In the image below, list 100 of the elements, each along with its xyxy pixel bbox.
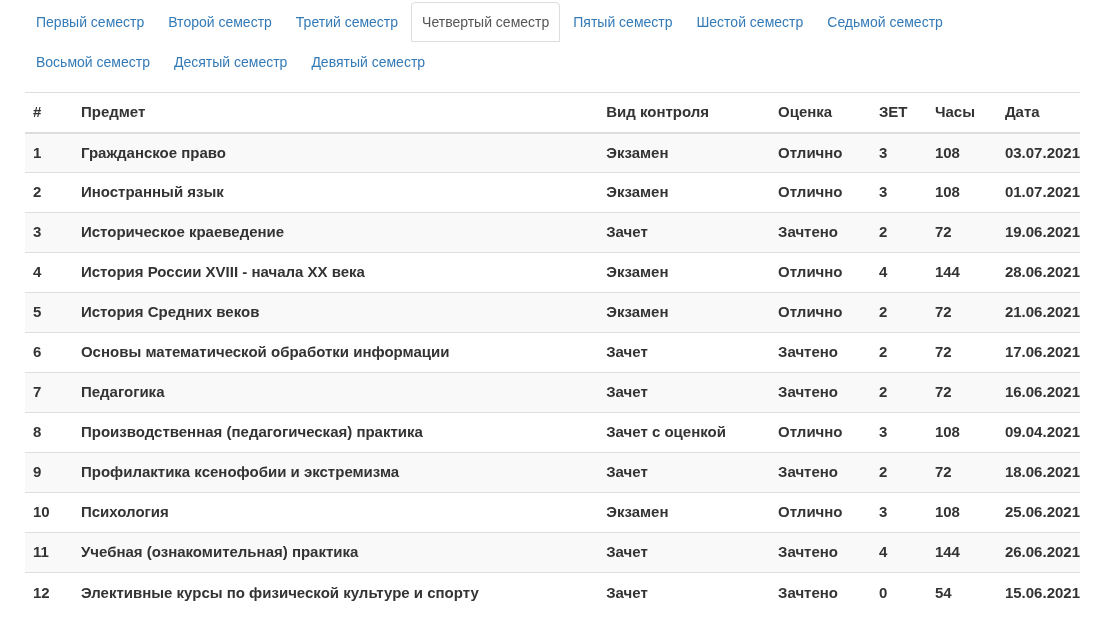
table-cell: 4 xyxy=(870,532,927,573)
table-cell: Педагогика xyxy=(72,372,599,413)
table-cell: 3 xyxy=(25,212,73,253)
column-header: Дата xyxy=(996,92,1080,133)
table-cell: Зачтено xyxy=(770,212,871,253)
semester-tab[interactable]: Восьмой семестр xyxy=(25,42,161,82)
table-cell: Зачтено xyxy=(770,332,871,373)
table-cell: Отлично xyxy=(770,132,871,173)
table-cell: 2 xyxy=(25,172,73,213)
column-header: Оценка xyxy=(770,92,871,133)
table-cell: 11 xyxy=(25,532,73,573)
table-cell: 16.06.2021 xyxy=(996,372,1080,413)
table-cell: Учебная (ознакомительная) практика xyxy=(72,532,599,573)
table-cell: 10 xyxy=(25,492,73,533)
table-cell: Зачет xyxy=(598,212,771,253)
semester-tab[interactable]: Десятый семестр xyxy=(162,42,299,82)
table-cell: Зачет xyxy=(598,452,771,493)
semester-tab[interactable]: Третий семестр xyxy=(284,2,410,42)
table-cell: 15.06.2021 xyxy=(996,572,1080,613)
table-cell: Зачет с оценкой xyxy=(598,412,771,453)
table-cell: 108 xyxy=(926,132,997,173)
table-cell: 12 xyxy=(25,572,73,613)
column-header: ЗЕТ xyxy=(870,92,927,133)
table-cell: 21.06.2021 xyxy=(996,292,1080,333)
table-cell: Экзамен xyxy=(598,172,771,213)
table-cell: 108 xyxy=(926,172,997,213)
table-cell: Отлично xyxy=(770,412,871,453)
table-cell: 2 xyxy=(870,372,927,413)
table-cell: 54 xyxy=(926,572,997,613)
table-cell: Зачтено xyxy=(770,452,871,493)
table-cell: 18.06.2021 xyxy=(996,452,1080,493)
table-cell: 28.06.2021 xyxy=(996,252,1080,293)
table-cell: Зачтено xyxy=(770,572,871,613)
table-cell: 03.07.2021 xyxy=(996,132,1080,173)
table-cell: 4 xyxy=(25,252,73,293)
table-cell: Экзамен xyxy=(598,292,771,333)
semester-tab[interactable]: Пятый семестр xyxy=(562,2,684,42)
table-cell: 2 xyxy=(870,332,927,373)
table-cell: Производственная (педагогическая) практика xyxy=(72,412,599,453)
table-cell: Отлично xyxy=(770,292,871,333)
semester-tab[interactable]: Второй семестр xyxy=(157,2,283,42)
table-cell: 0 xyxy=(870,572,927,613)
table-cell: Психология xyxy=(72,492,599,533)
table-cell: 3 xyxy=(870,412,927,453)
table-cell: 108 xyxy=(926,412,997,453)
table-cell: 72 xyxy=(926,452,997,493)
semester-tab[interactable]: Девятый семестр xyxy=(300,42,437,82)
table-cell: 01.07.2021 xyxy=(996,172,1080,213)
table-cell: Отлично xyxy=(770,172,871,213)
table-cell: Зачет xyxy=(598,372,771,413)
table-cell: Историческое краеведение xyxy=(72,212,599,253)
table-cell: 108 xyxy=(926,492,997,533)
table-cell: Гражданское право xyxy=(72,132,599,173)
table-cell: История Средних веков xyxy=(72,292,599,333)
table-cell: 3 xyxy=(870,132,927,173)
table-cell: 1 xyxy=(25,132,73,173)
column-header: Часы xyxy=(926,92,997,133)
table-cell: 4 xyxy=(870,252,927,293)
table-cell: Иностранный язык xyxy=(72,172,599,213)
table-cell: 72 xyxy=(926,372,997,413)
table-cell: 144 xyxy=(926,532,997,573)
table-cell: 25.06.2021 xyxy=(996,492,1080,533)
table-cell: 72 xyxy=(926,292,997,333)
table-cell: Экзамен xyxy=(598,492,771,533)
table-cell: 2 xyxy=(870,292,927,333)
table-cell: Зачет xyxy=(598,532,771,573)
semester-tab[interactable]: Четвертый семестр xyxy=(411,2,561,42)
table-cell: История России XVIII - начала XX века xyxy=(72,252,599,293)
table-cell: 7 xyxy=(25,372,73,413)
table-cell: Основы математической обработки информации xyxy=(72,332,599,373)
table-cell: 09.04.2021 xyxy=(996,412,1080,453)
table-cell: 3 xyxy=(870,492,927,533)
column-header: Предмет xyxy=(72,92,599,133)
table-cell: Экзамен xyxy=(598,132,771,173)
table-cell: Профилактика ксенофобии и экстремизма xyxy=(72,452,599,493)
table-cell: Зачтено xyxy=(770,532,871,573)
table-cell: 6 xyxy=(25,332,73,373)
semester-tab[interactable]: Седьмой семестр xyxy=(816,2,954,42)
table-cell: 2 xyxy=(870,212,927,253)
table-cell: 8 xyxy=(25,412,73,453)
table-cell: Зачет xyxy=(598,572,771,613)
table-cell: 5 xyxy=(25,292,73,333)
semester-tab[interactable]: Первый семестр xyxy=(25,2,156,42)
table-cell: 72 xyxy=(926,212,997,253)
table-cell: Экзамен xyxy=(598,252,771,293)
table-cell: 26.06.2021 xyxy=(996,532,1080,573)
table-cell: Отлично xyxy=(770,492,871,533)
semester-tab[interactable]: Шестой семестр xyxy=(685,2,815,42)
table-cell: 72 xyxy=(926,332,997,373)
table-cell: 2 xyxy=(870,452,927,493)
table-cell: Зачет xyxy=(598,332,771,373)
table-cell: 144 xyxy=(926,252,997,293)
column-header: Вид контроля xyxy=(598,92,771,133)
table-cell: 3 xyxy=(870,172,927,213)
table-cell: 17.06.2021 xyxy=(996,332,1080,373)
table-cell: Зачтено xyxy=(770,372,871,413)
table-cell: Отлично xyxy=(770,252,871,293)
table-cell: 19.06.2021 xyxy=(996,212,1080,253)
table-cell: Элективные курсы по физической культуре и спорту xyxy=(72,572,599,613)
table-cell: 9 xyxy=(25,452,73,493)
